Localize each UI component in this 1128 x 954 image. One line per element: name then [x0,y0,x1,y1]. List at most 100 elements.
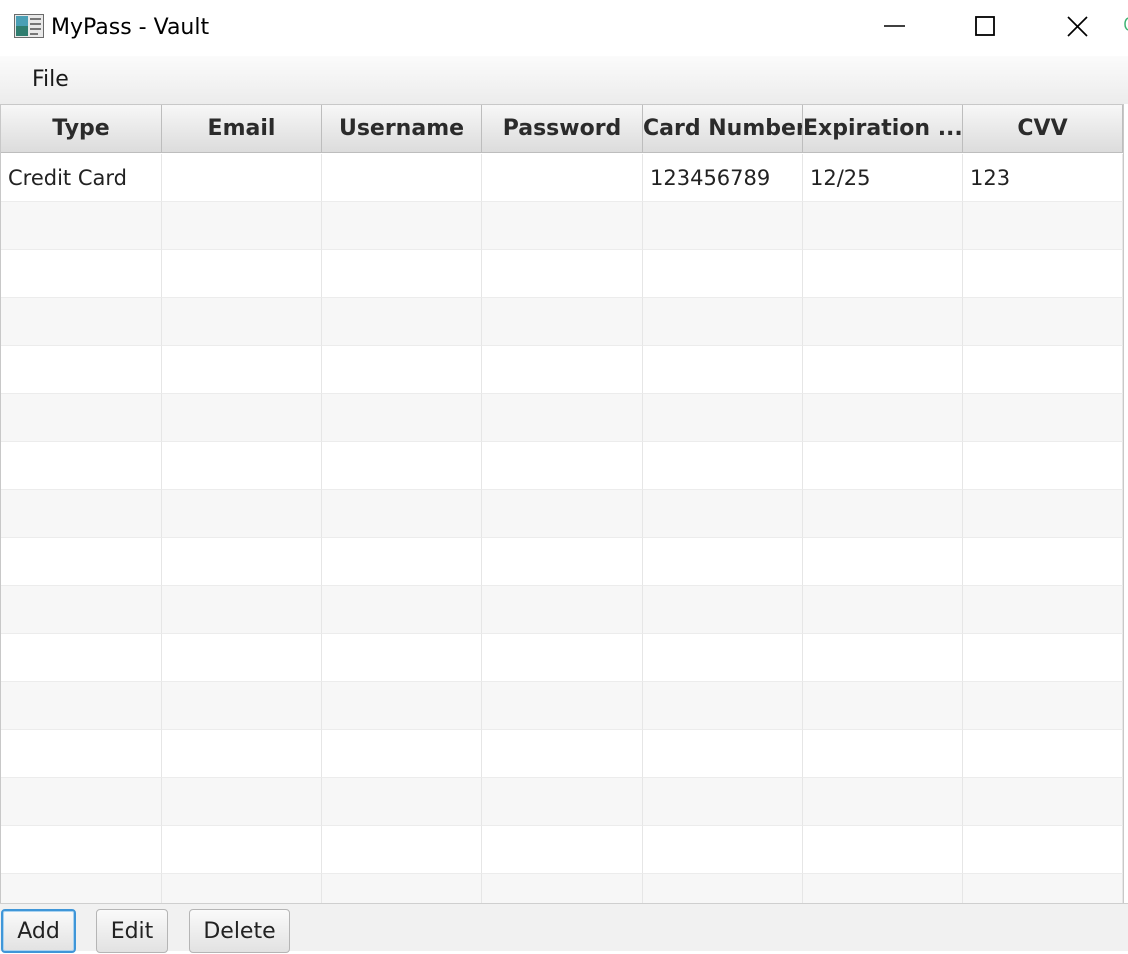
table-cell[interactable] [1,586,162,634]
table-cell[interactable] [803,346,963,394]
table-cell[interactable] [1,442,162,490]
table-cell[interactable] [963,394,1123,442]
table-cell[interactable] [803,778,963,826]
title-bar[interactable]: MyPass - Vault [0,0,1128,75]
column-header-username[interactable]: Username [322,105,482,153]
table-cell[interactable] [1,682,162,730]
table-cell[interactable] [482,202,643,250]
table-cell[interactable] [963,634,1123,682]
table-row-empty[interactable] [1,874,1123,905]
table-cell[interactable]: Credit Card [1,154,162,202]
menu-file[interactable]: File [22,64,79,96]
table-cell[interactable] [643,874,803,905]
table-cell[interactable] [963,202,1123,250]
table-cell[interactable] [803,298,963,346]
table-cell[interactable] [482,346,643,394]
table-row-empty[interactable] [1,826,1123,874]
table-row-empty[interactable] [1,778,1123,826]
table-row-empty[interactable] [1,250,1123,298]
table-cell[interactable] [803,202,963,250]
table-cell[interactable] [162,874,322,905]
table-cell[interactable] [162,730,322,778]
table-cell[interactable] [963,730,1123,778]
table-cell[interactable] [963,778,1123,826]
table-cell[interactable] [482,778,643,826]
table-cell[interactable] [643,394,803,442]
table-cell[interactable] [803,874,963,905]
column-header-cvv[interactable]: CVV [963,105,1123,153]
table-cell[interactable] [1,730,162,778]
table-cell[interactable] [482,490,643,538]
table-cell[interactable] [643,634,803,682]
table-cell[interactable] [322,346,482,394]
table-cell[interactable] [162,154,322,202]
add-button[interactable]: Add [1,909,76,953]
table-cell[interactable] [1,826,162,874]
table-cell[interactable] [803,538,963,586]
table-cell[interactable] [963,346,1123,394]
table-cell[interactable] [322,538,482,586]
table-cell[interactable] [803,826,963,874]
table-cell[interactable] [322,250,482,298]
table-cell[interactable] [482,154,643,202]
table-cell[interactable] [162,298,322,346]
table-cell[interactable] [162,346,322,394]
table-cell[interactable] [643,538,803,586]
table-cell[interactable] [1,250,162,298]
table-cell[interactable] [322,778,482,826]
table-cell[interactable] [963,874,1123,905]
column-header-card-number[interactable]: Card Number [643,105,803,153]
table-row-empty[interactable] [1,490,1123,538]
table-cell[interactable] [963,586,1123,634]
table-cell[interactable] [322,730,482,778]
maximize-button[interactable] [940,0,1030,56]
table-cell[interactable] [162,826,322,874]
table-cell[interactable] [322,634,482,682]
column-header-expiration[interactable]: Expiration ... [803,105,963,153]
column-header-email[interactable]: Email [162,105,322,153]
table-cell[interactable] [803,490,963,538]
table-row-empty[interactable] [1,202,1123,250]
table-cell[interactable] [1,298,162,346]
table-cell[interactable] [803,250,963,298]
table-cell[interactable] [1,490,162,538]
table-cell[interactable] [162,490,322,538]
table-row-empty[interactable] [1,634,1123,682]
table-cell[interactable] [482,394,643,442]
table-cell[interactable] [803,442,963,490]
table-cell[interactable] [322,490,482,538]
table-cell[interactable] [162,394,322,442]
table-cell[interactable] [162,442,322,490]
table-cell[interactable] [162,202,322,250]
column-header-password[interactable]: Password [482,105,643,153]
table-row-empty[interactable] [1,586,1123,634]
table-cell[interactable] [162,682,322,730]
vault-table[interactable]: Type Email Username Password Card Number… [0,104,1124,905]
table-row-empty[interactable] [1,682,1123,730]
table-cell[interactable] [1,394,162,442]
table-cell[interactable] [643,778,803,826]
table-cell[interactable] [1,778,162,826]
table-cell[interactable]: 123456789 [643,154,803,202]
table-cell[interactable] [643,490,803,538]
table-cell[interactable] [963,682,1123,730]
table-cell[interactable] [643,730,803,778]
table-cell[interactable] [963,490,1123,538]
table-cell[interactable] [1,346,162,394]
table-cell[interactable] [803,682,963,730]
table-row-empty[interactable] [1,730,1123,778]
table-row[interactable]: Credit Card 123456789 12/25 123 [1,154,1123,202]
table-cell[interactable] [803,634,963,682]
table-cell[interactable]: 123 [963,154,1123,202]
table-cell[interactable] [963,442,1123,490]
table-cell[interactable] [1,202,162,250]
table-cell[interactable] [482,730,643,778]
table-cell[interactable] [482,634,643,682]
table-cell[interactable] [1,538,162,586]
table-cell[interactable] [643,202,803,250]
table-cell[interactable] [643,586,803,634]
close-button[interactable] [1033,0,1123,56]
edit-button[interactable]: Edit [96,909,168,953]
table-cell[interactable] [643,682,803,730]
table-cell[interactable] [482,298,643,346]
